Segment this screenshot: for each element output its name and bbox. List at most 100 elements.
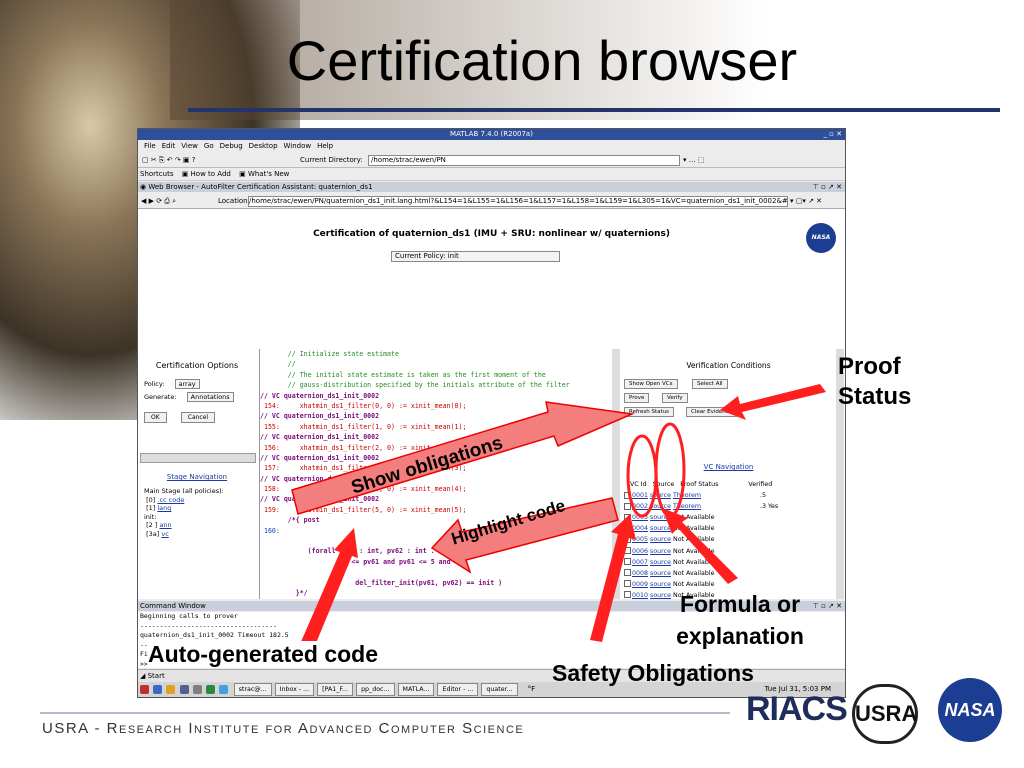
vc-source-link[interactable]: source bbox=[650, 525, 671, 532]
code-line: 155: xhatmin_ds1_filter(1, 0) := xinit_m… bbox=[260, 422, 467, 431]
code-line: // VC quaternion_ds1_init_0002 bbox=[260, 412, 380, 421]
menu-item-window[interactable]: Window bbox=[284, 142, 312, 150]
cancel-button[interactable]: Cancel bbox=[180, 412, 216, 423]
shortcuts-label: Shortcuts bbox=[140, 170, 174, 178]
refresh-status-button[interactable]: Refresh Status bbox=[624, 407, 675, 417]
certification-options-panel: Certification Options Policy: array Gene… bbox=[140, 349, 256, 597]
vc-source-link[interactable]: source bbox=[650, 514, 671, 521]
show-open-vcs-button[interactable]: Show Open VCs bbox=[624, 379, 678, 389]
vc-row: 0005 source Not Available bbox=[624, 534, 835, 545]
stage-0-link[interactable]: .cc code bbox=[157, 496, 184, 504]
app-icon[interactable] bbox=[219, 684, 229, 694]
stage-3-link[interactable]: vc bbox=[161, 530, 168, 538]
vc-checkbox[interactable] bbox=[624, 558, 631, 566]
menu-item-debug[interactable]: Debug bbox=[220, 142, 243, 150]
stage-navigation-link[interactable]: Stage Navigation bbox=[140, 473, 254, 481]
taskbar-item[interactable]: quater... bbox=[481, 683, 518, 696]
menu-item-desktop[interactable]: Desktop bbox=[249, 142, 278, 150]
vc-source-link[interactable]: source bbox=[650, 536, 671, 543]
app-icon[interactable] bbox=[140, 684, 149, 694]
vc-checkbox[interactable] bbox=[624, 569, 631, 577]
menu-item-view[interactable]: View bbox=[181, 142, 198, 150]
policy-dropdown[interactable]: array bbox=[174, 379, 200, 389]
app-icon[interactable] bbox=[192, 684, 202, 694]
ok-button[interactable]: OK bbox=[144, 412, 167, 423]
left-horizontal-scrollbar[interactable] bbox=[140, 453, 256, 463]
code-vertical-scrollbar[interactable] bbox=[612, 349, 620, 599]
menu-item-file[interactable]: File bbox=[144, 142, 156, 150]
vc-checkbox[interactable] bbox=[624, 491, 631, 499]
taskbar-item[interactable]: Inbox - ... bbox=[274, 683, 315, 696]
vc-navigation-link[interactable]: VC Navigation bbox=[622, 463, 835, 471]
start-button[interactable]: ◢ Start bbox=[140, 672, 165, 680]
how-to-add-link[interactable]: ▣ How to Add bbox=[182, 170, 231, 178]
vc-checkbox[interactable] bbox=[624, 535, 631, 543]
generate-label: Generate: bbox=[144, 393, 177, 401]
vc-id-link[interactable]: 0002 bbox=[632, 503, 648, 510]
browse-dir-icon[interactable]: ▾ … ⬚ bbox=[683, 153, 705, 167]
menu-item-go[interactable]: Go bbox=[204, 142, 214, 150]
taskbar-item[interactable]: [PA1_F... bbox=[317, 683, 354, 696]
main-stage-label: Main Stage (all policies): bbox=[144, 487, 224, 495]
prove-button[interactable]: Prove bbox=[624, 393, 650, 403]
app-icon[interactable] bbox=[179, 684, 189, 694]
stage-1: [1] lang bbox=[146, 504, 172, 512]
app-icon[interactable] bbox=[206, 684, 216, 694]
vc-source-link[interactable]: source bbox=[650, 559, 671, 566]
vc-source-link[interactable]: source bbox=[650, 548, 671, 555]
usra-logo: USRA bbox=[852, 684, 918, 744]
vc-id-link[interactable]: 0006 bbox=[632, 548, 648, 555]
toolbar-icons[interactable]: ▢ ✂ ⎘ ↶ ↷ ▣ ? bbox=[142, 156, 196, 164]
menu-item-edit[interactable]: Edit bbox=[162, 142, 176, 150]
menu-bar: File Edit View Go Debug Desktop Window Help bbox=[138, 141, 845, 152]
taskbar-item[interactable]: MATLA... bbox=[397, 683, 435, 696]
vc-checkbox[interactable] bbox=[624, 547, 631, 555]
code-line: // VC quaternion_ds1_init_0002 bbox=[260, 474, 380, 483]
location-dropdown-icon[interactable]: ▾ ▢▾ ↗ ✕ bbox=[790, 194, 822, 208]
vc-id-link[interactable]: 0003 bbox=[632, 514, 648, 521]
taskbar-item[interactable]: pp_doc... bbox=[356, 683, 395, 696]
location-input[interactable]: /home/strac/ewen/PN/quaternion_ds1_init.… bbox=[248, 196, 788, 207]
clear-evidence-button[interactable]: Clear Evidence bbox=[686, 407, 738, 417]
policy-select[interactable]: Current Policy: init bbox=[391, 251, 560, 262]
vc-id-link[interactable]: 0001 bbox=[632, 492, 648, 499]
vc-source-link[interactable]: source bbox=[650, 492, 671, 499]
vc-proof-status[interactable]: Theorem bbox=[673, 503, 701, 510]
whats-new-link[interactable]: ▣ What's New bbox=[239, 170, 289, 178]
vc-checkbox[interactable] bbox=[624, 580, 631, 588]
init-label: init: bbox=[144, 512, 157, 521]
taskbar-item[interactable]: Editor - ... bbox=[437, 683, 479, 696]
stage-2-link[interactable]: ann bbox=[159, 521, 171, 529]
taskbar-item[interactable]: strac@... bbox=[233, 683, 272, 696]
vc-id-link[interactable]: 0010 bbox=[632, 592, 648, 599]
vc-source-link[interactable]: source bbox=[650, 503, 671, 510]
window-controls-icon[interactable]: _ ▫ ✕ bbox=[823, 129, 842, 140]
vc-id-link[interactable]: 0005 bbox=[632, 536, 648, 543]
app-icon[interactable] bbox=[153, 684, 163, 694]
generate-dropdown[interactable]: Annotations bbox=[186, 392, 234, 402]
current-dir-input[interactable]: /home/strac/ewen/PN bbox=[368, 155, 680, 166]
vc-checkbox[interactable] bbox=[624, 591, 631, 599]
vc-row: 0006 source Not Available bbox=[624, 546, 835, 557]
menu-item-help[interactable]: Help bbox=[317, 142, 333, 150]
vc-checkbox[interactable] bbox=[624, 524, 631, 532]
vc-id-link[interactable]: 0007 bbox=[632, 559, 648, 566]
vc-checkbox[interactable] bbox=[624, 502, 631, 510]
vc-source-link[interactable]: source bbox=[650, 570, 671, 577]
vc-source-link[interactable]: source bbox=[650, 581, 671, 588]
code-line: // bbox=[260, 360, 296, 369]
panel-controls-icon[interactable]: ⊤ ▫ ↗ ✕ bbox=[813, 182, 842, 192]
stage-1-link[interactable]: lang bbox=[157, 504, 171, 512]
verify-button[interactable]: Verify bbox=[662, 393, 688, 403]
policy-row: Policy: array bbox=[144, 379, 200, 389]
select-all-button[interactable]: Select All bbox=[692, 379, 728, 389]
app-icon[interactable] bbox=[166, 684, 176, 694]
code-line: // gauss-distribution specified by the i… bbox=[260, 381, 570, 390]
vc-id-link[interactable]: 0004 bbox=[632, 525, 648, 532]
current-dir-label: Current Directory: bbox=[300, 156, 363, 164]
vc-proof-status[interactable]: Theorem bbox=[673, 492, 701, 499]
vc-checkbox[interactable] bbox=[624, 513, 631, 521]
vc-id-link[interactable]: 0009 bbox=[632, 581, 648, 588]
vc-id-link[interactable]: 0008 bbox=[632, 570, 648, 577]
nav-buttons-icon[interactable]: ◀ ▶ ⟳ ⎙ ⌕ bbox=[141, 197, 176, 205]
